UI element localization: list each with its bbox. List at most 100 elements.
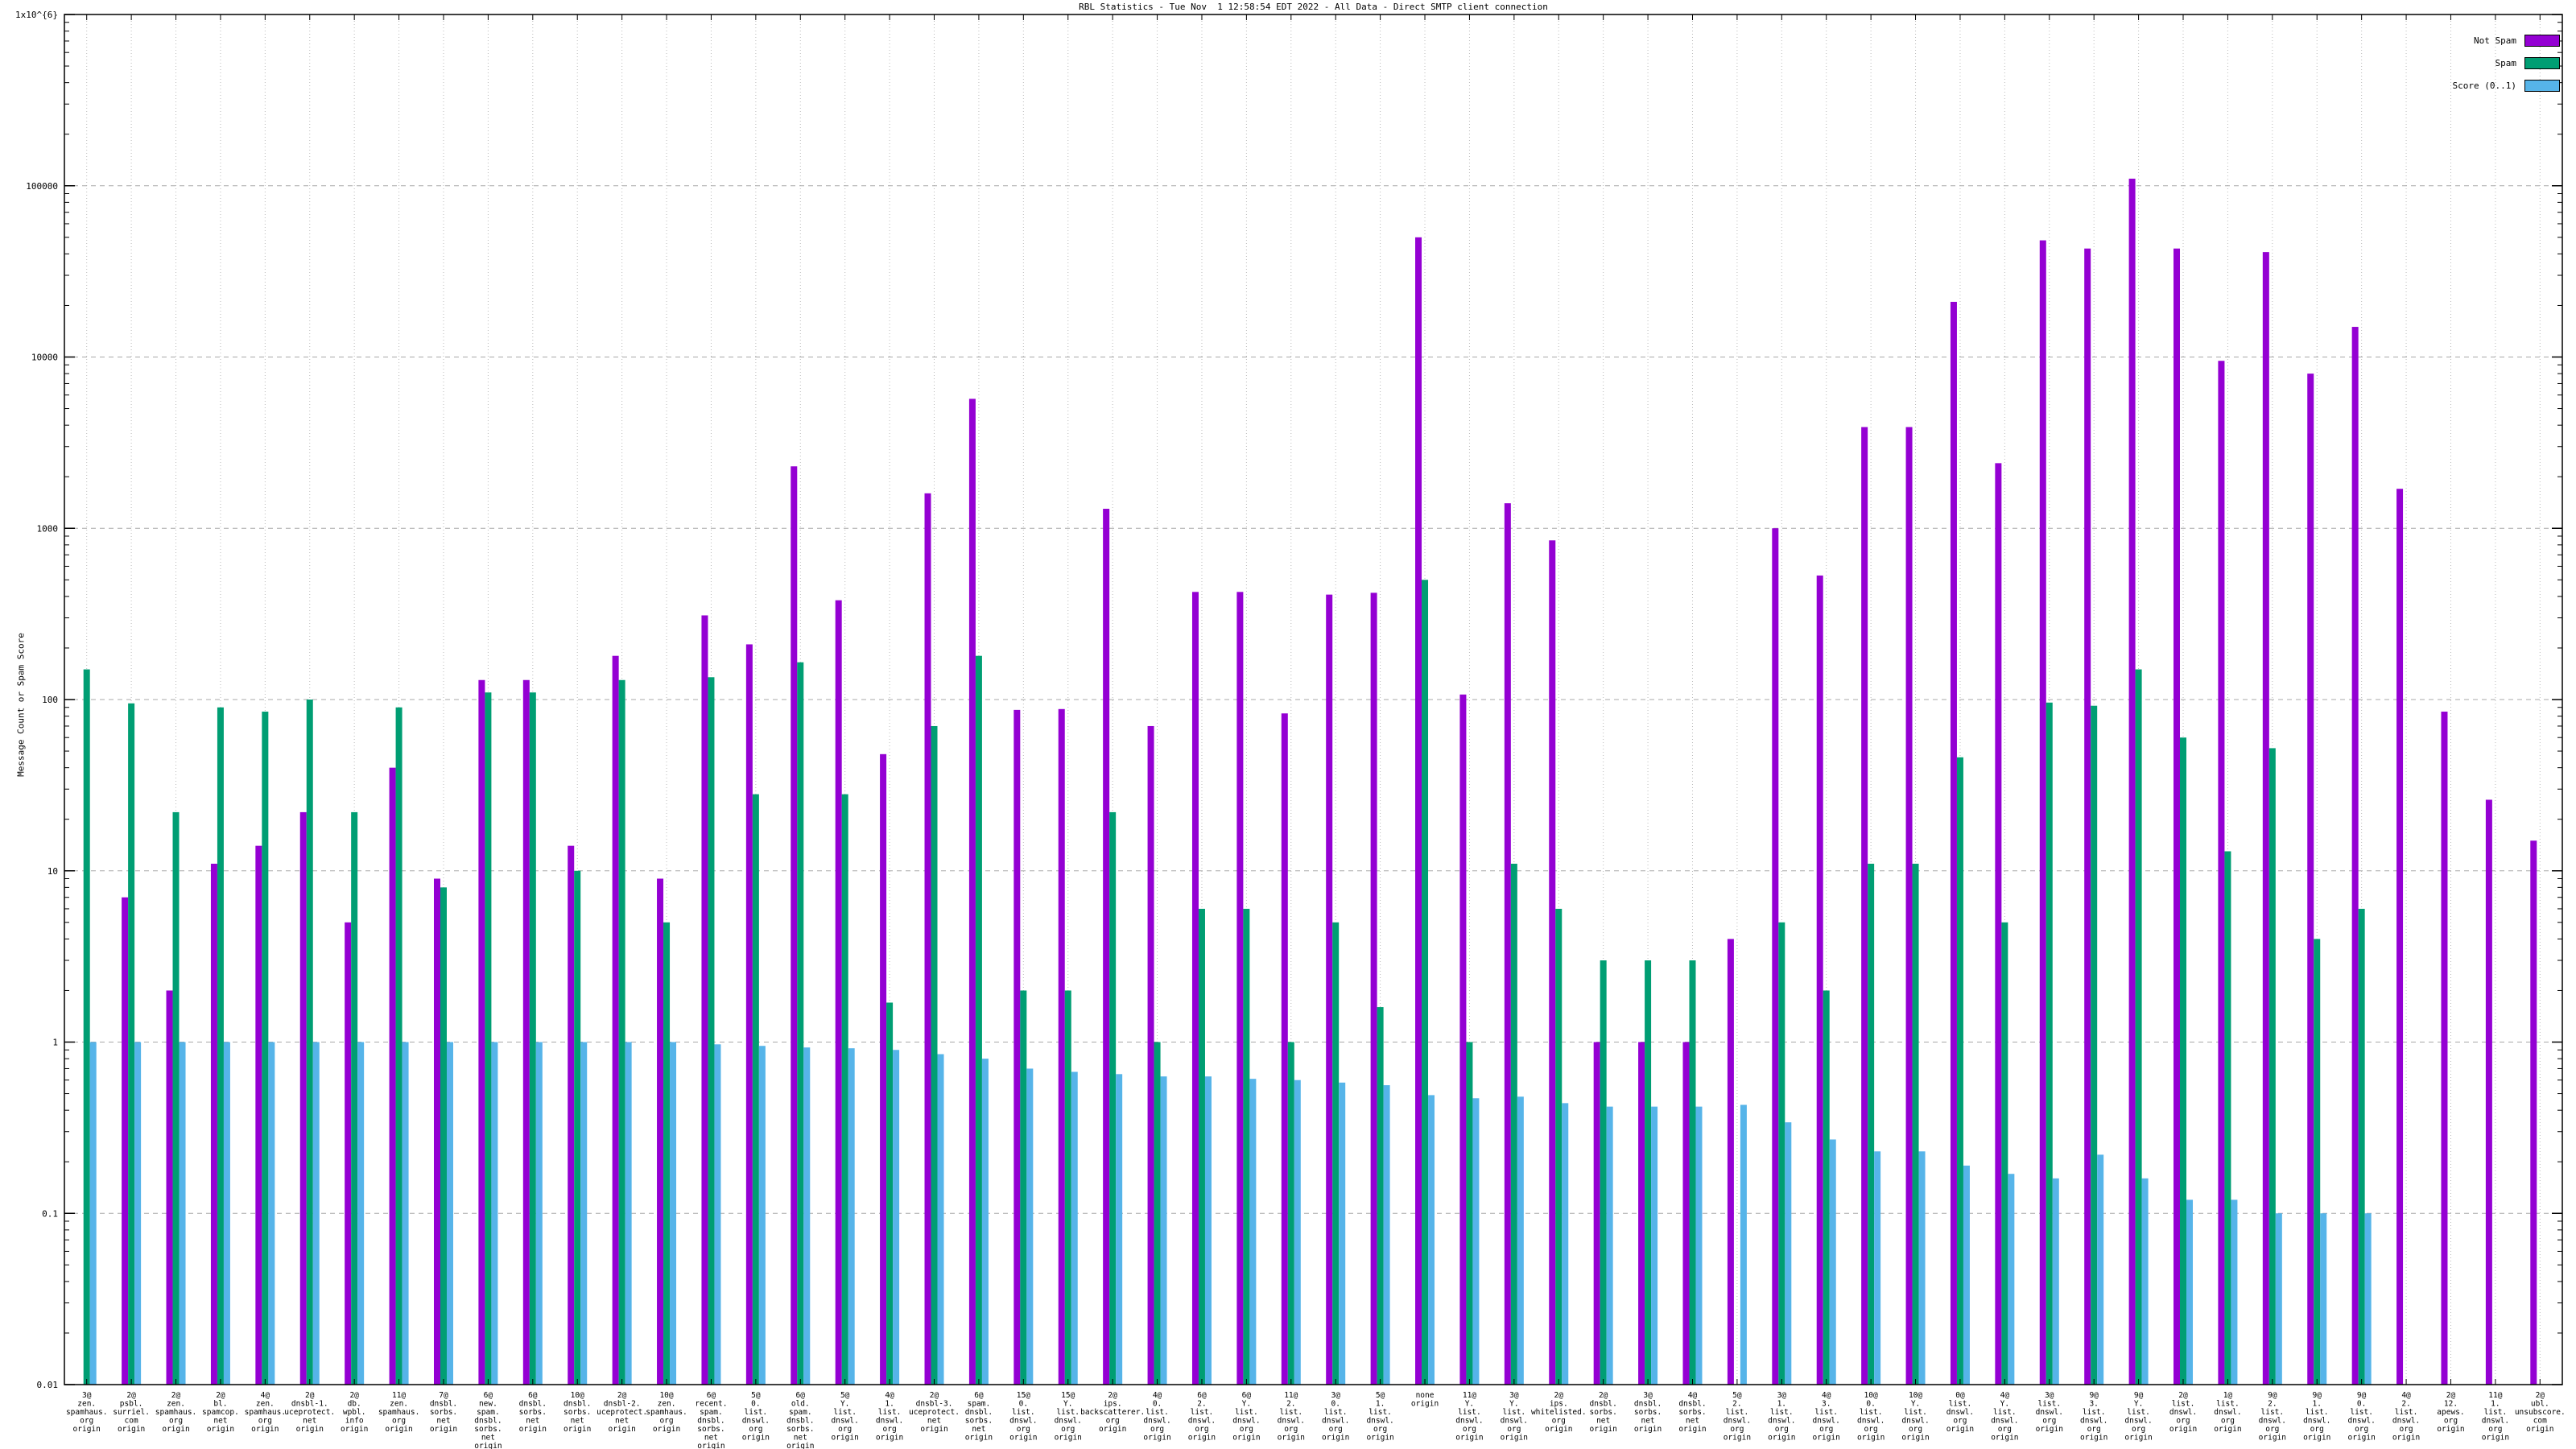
bar-score-0-1 — [1517, 1096, 1524, 1385]
bar-not-spam — [2441, 712, 2447, 1385]
bar-not-spam — [255, 846, 262, 1385]
bar-spam — [2359, 909, 2365, 1385]
bar-score-0-1 — [938, 1055, 944, 1385]
x-category-label: 9@3.list.dnswl.orgorigin — [2080, 1391, 2107, 1443]
bar-not-spam — [1861, 427, 1868, 1385]
bar-spam — [440, 887, 447, 1385]
bar-score-0-1 — [1339, 1083, 1345, 1385]
bar-not-spam — [1236, 592, 1243, 1385]
y-tick-label: 100 — [42, 695, 58, 705]
x-category-label: 9@2.list.dnswl.orgorigin — [2259, 1391, 2286, 1443]
bar-spam — [574, 871, 580, 1385]
x-category-label: 4@3.list.dnswl.orgorigin — [1813, 1391, 1840, 1443]
x-category-label: 5@0.list.dnswl.orgorigin — [742, 1391, 770, 1443]
bar-not-spam — [2084, 249, 2091, 1385]
y-tick-label: 100000 — [26, 181, 58, 192]
x-category-label: 2@dnsbl.sorbs.netorigin — [1590, 1391, 1617, 1434]
bar-not-spam — [2352, 327, 2359, 1385]
bar-spam — [173, 812, 180, 1385]
bar-score-0-1 — [447, 1042, 453, 1385]
x-category-label: 2@dnsbl-3.uceprotect.netorigin — [909, 1391, 960, 1434]
bar-score-0-1 — [90, 1042, 97, 1385]
bar-score-0-1 — [180, 1042, 186, 1385]
x-category-label: 7@dnsbl.sorbs.netorigin — [430, 1391, 457, 1434]
bar-score-0-1 — [357, 1042, 364, 1385]
bar-spam — [485, 692, 491, 1385]
y-tick-label: 10 — [47, 866, 58, 877]
bar-not-spam — [1682, 1042, 1689, 1385]
legend-label-spam: Spam — [2496, 58, 2517, 68]
x-category-label: 11@1.list.dnswl.orgorigin — [2482, 1391, 2509, 1443]
bar-not-spam — [1549, 540, 1555, 1385]
x-category-label: 11@Y.list.dnswl.orgorigin — [1455, 1391, 1483, 1443]
bar-not-spam — [1371, 592, 1377, 1385]
x-category-label: 9@Y.list.dnswl.orgorigin — [2124, 1391, 2152, 1443]
bar-score-0-1 — [1562, 1103, 1568, 1385]
bar-score-0-1 — [1919, 1151, 1926, 1385]
bar-not-spam — [1906, 427, 1913, 1385]
bar-not-spam — [1282, 713, 1288, 1385]
bar-score-0-1 — [714, 1044, 720, 1385]
bar-spam — [530, 692, 536, 1385]
bar-not-spam — [1995, 463, 2001, 1385]
bar-score-0-1 — [1161, 1076, 1167, 1385]
bar-spam — [976, 656, 982, 1385]
bar-score-0-1 — [1830, 1139, 1836, 1385]
bar-not-spam — [2218, 361, 2224, 1385]
x-category-label: 3@Y.list.dnswl.orgorigin — [1501, 1391, 1528, 1443]
x-category-label: 15@Y.list.dnswl.orgorigin — [1055, 1391, 1082, 1443]
bar-not-spam — [1326, 595, 1332, 1385]
bar-score-0-1 — [893, 1050, 899, 1385]
bar-spam — [886, 1002, 893, 1385]
plot-area: 1x10^{6}1000001000010001001010.10.013@ze… — [0, 0, 2576, 1449]
x-category-label: 6@Y.list.dnswl.orgorigin — [1232, 1391, 1260, 1443]
x-category-label: 15@0.list.dnswl.orgorigin — [1009, 1391, 1037, 1443]
bar-not-spam — [1728, 939, 1734, 1385]
bar-not-spam — [1817, 576, 1823, 1385]
legend-swatch-score — [2524, 80, 2560, 92]
legend-item-score: Score (0..1) — [2453, 74, 2560, 97]
bar-score-0-1 — [2186, 1199, 2193, 1385]
rbl-statistics-chart: RBL Statistics - Tue Nov 1 12:58:54 EDT … — [0, 0, 2576, 1449]
bar-spam — [1957, 758, 1963, 1385]
x-category-label: 2@dnsbl-1.uceprotect.netorigin — [284, 1391, 335, 1434]
bar-score-0-1 — [1205, 1076, 1212, 1385]
bar-spam — [1466, 1042, 1472, 1385]
x-category-label: 4@Y.list.dnswl.orgorigin — [1991, 1391, 2018, 1443]
bar-not-spam — [345, 923, 351, 1385]
bar-score-0-1 — [2320, 1213, 2326, 1385]
bar-score-0-1 — [2365, 1213, 2372, 1385]
bar-not-spam — [434, 878, 440, 1385]
bar-spam — [2136, 670, 2142, 1385]
bar-score-0-1 — [2053, 1179, 2059, 1385]
x-category-label: 2@ips.backscatterer.orgorigin — [1080, 1391, 1145, 1434]
bar-spam — [1778, 923, 1785, 1385]
x-category-label: 4@dnsbl.sorbs.netorigin — [1678, 1391, 1706, 1434]
x-category-label: 3@list.dnswl.orgorigin — [2036, 1391, 2063, 1434]
bar-score-0-1 — [134, 1042, 141, 1385]
bar-spam — [1377, 1007, 1384, 1385]
bar-score-0-1 — [1607, 1107, 1613, 1385]
bar-not-spam — [2174, 249, 2180, 1385]
bar-spam — [708, 677, 714, 1385]
legend-label-score: Score (0..1) — [2453, 80, 2516, 91]
bar-spam — [351, 812, 357, 1385]
bar-not-spam — [1772, 528, 1778, 1385]
bar-spam — [2180, 737, 2186, 1385]
bar-not-spam — [211, 864, 217, 1385]
bar-spam — [2091, 706, 2097, 1385]
x-category-label: 9@0.list.dnswl.orgorigin — [2347, 1391, 2375, 1443]
bar-score-0-1 — [848, 1048, 855, 1385]
bar-spam — [1332, 923, 1339, 1385]
x-category-label: 9@1.list.dnswl.orgorigin — [2303, 1391, 2330, 1443]
bar-score-0-1 — [1695, 1107, 1702, 1385]
bar-not-spam — [1415, 237, 1422, 1385]
bar-spam — [1199, 909, 1205, 1385]
x-category-label: 6@recent.spam.dnsbl.sorbs.netorigin — [695, 1391, 727, 1449]
x-category-label: 10@0.list.dnswl.orgorigin — [1857, 1391, 1885, 1443]
y-tick-label: 10000 — [31, 353, 58, 363]
x-category-label: 3@zen.spamhaus.orgorigin — [66, 1391, 107, 1434]
bar-spam — [797, 663, 803, 1385]
bar-score-0-1 — [268, 1042, 275, 1385]
x-category-label: 11@zen.spamhaus.orgorigin — [378, 1391, 419, 1434]
